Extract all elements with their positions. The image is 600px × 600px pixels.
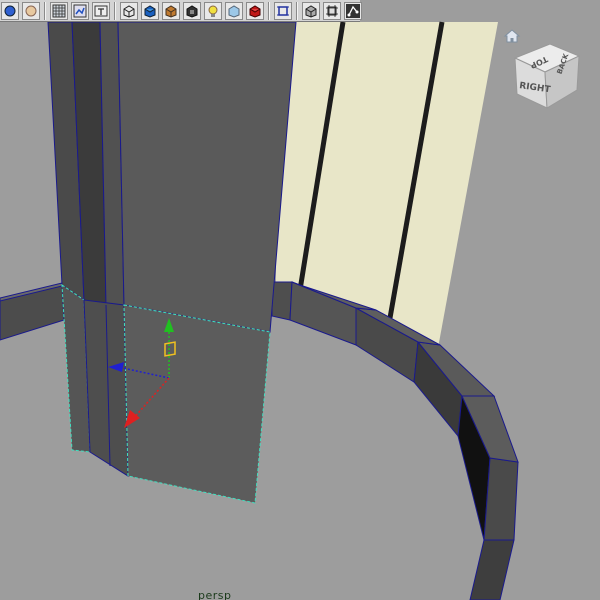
wireframe-button[interactable] bbox=[120, 1, 138, 20]
image-plane-button[interactable] bbox=[71, 1, 89, 20]
resolution-gate-button[interactable] bbox=[323, 1, 341, 20]
select-mode-button[interactable] bbox=[1, 1, 19, 20]
ring-segment[interactable] bbox=[271, 281, 293, 321]
shadows-button[interactable] bbox=[225, 1, 243, 20]
red-cube-icon bbox=[249, 4, 261, 18]
select-mode-icon bbox=[4, 5, 16, 16]
toolbar-separator bbox=[44, 1, 46, 20]
component-display-button[interactable] bbox=[344, 1, 362, 20]
smooth-shade-icon bbox=[144, 4, 156, 18]
xray-joints-button[interactable] bbox=[302, 1, 320, 20]
snap-circle-icon bbox=[25, 5, 37, 16]
textured-cube-icon bbox=[165, 4, 177, 18]
isolate-select-button[interactable] bbox=[274, 1, 292, 20]
grid-button[interactable] bbox=[50, 1, 68, 20]
ring-segment[interactable] bbox=[483, 457, 519, 541]
toolbar-separator bbox=[296, 1, 298, 20]
image-plane-icon bbox=[73, 4, 87, 17]
selected-face[interactable] bbox=[123, 304, 271, 504]
shadow-cube-icon bbox=[228, 4, 240, 18]
ambient-occlusion-button[interactable] bbox=[246, 1, 264, 20]
toolbar-separator bbox=[114, 1, 116, 20]
light-bulb-icon bbox=[208, 5, 218, 17]
viewport-toolbar bbox=[0, 0, 362, 22]
pillar-face-front[interactable] bbox=[117, 21, 297, 333]
ring-segment[interactable] bbox=[469, 539, 515, 600]
smooth-shade-button[interactable] bbox=[141, 1, 159, 20]
3d-viewport[interactable]: TOP RIGHT BACK persp bbox=[0, 0, 600, 600]
xray-icon bbox=[186, 4, 198, 18]
camera-name-label: persp bbox=[198, 589, 232, 600]
xray-joints-icon bbox=[305, 4, 317, 18]
xray-button[interactable] bbox=[183, 1, 201, 20]
selected-face[interactable] bbox=[83, 299, 129, 477]
camera-attributes-button[interactable] bbox=[92, 1, 110, 20]
textured-button[interactable] bbox=[162, 1, 180, 20]
isolate-select-icon bbox=[277, 5, 289, 16]
lights-button[interactable] bbox=[204, 1, 222, 20]
camera-attributes-icon bbox=[94, 5, 108, 16]
component-display-icon bbox=[346, 3, 360, 18]
toolbar-separator bbox=[268, 1, 270, 20]
wireframe-cube-icon bbox=[123, 4, 135, 18]
snap-button[interactable] bbox=[22, 1, 40, 20]
grid-icon bbox=[52, 4, 66, 17]
view-cube[interactable]: TOP RIGHT BACK bbox=[505, 36, 595, 116]
resolution-gate-icon bbox=[326, 4, 338, 17]
